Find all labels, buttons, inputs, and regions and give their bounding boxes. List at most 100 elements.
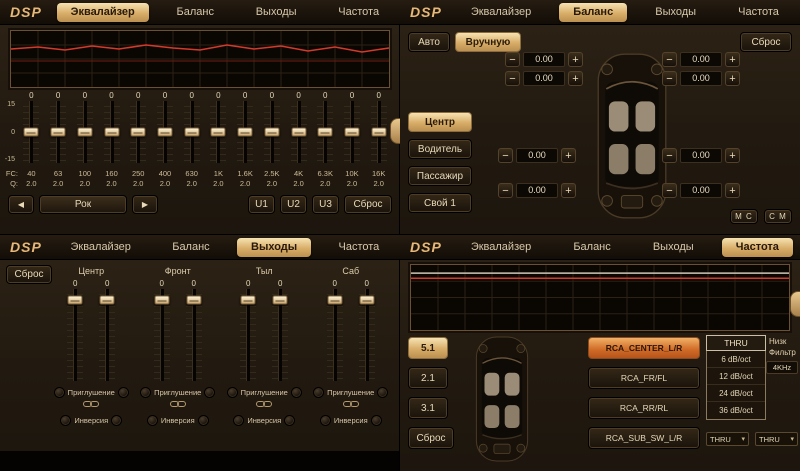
tab[interactable]: Частота <box>722 238 793 257</box>
link-channels-icon[interactable] <box>170 400 186 408</box>
slider-thumb[interactable] <box>241 296 256 305</box>
right-level-slider[interactable] <box>186 289 202 381</box>
link-channels-icon[interactable] <box>256 400 272 408</box>
plus-button[interactable]: + <box>561 148 576 163</box>
drawer-handle[interactable] <box>790 291 800 317</box>
slider-thumb[interactable] <box>184 128 199 137</box>
tab[interactable]: Частота <box>724 3 793 22</box>
band-gain-slider[interactable] <box>237 101 253 163</box>
auto-button[interactable]: Авто <box>408 32 450 52</box>
slope-option[interactable]: 12 dB/oct <box>707 368 765 385</box>
band-gain-slider[interactable] <box>291 101 307 163</box>
left-level-slider[interactable] <box>154 289 170 381</box>
band-gain-slider[interactable] <box>157 101 173 163</box>
mode-button[interactable]: 3.1 <box>408 397 448 419</box>
reset-button[interactable]: Сброс <box>740 32 792 52</box>
slider-thumb[interactable] <box>344 128 359 137</box>
slider-thumb[interactable] <box>211 128 226 137</box>
invert-right-toggle[interactable] <box>198 415 209 426</box>
mute-left-toggle[interactable] <box>313 387 324 398</box>
band-gain-slider[interactable] <box>184 101 200 163</box>
rca-channel-button[interactable]: RCA_CENTER_L/R <box>588 337 700 359</box>
tab[interactable]: Частота <box>325 238 394 257</box>
band-gain-slider[interactable] <box>317 101 333 163</box>
left-level-slider[interactable] <box>240 289 256 381</box>
tab[interactable]: Выходы <box>639 238 708 257</box>
minus-button[interactable]: − <box>662 71 677 86</box>
invert-left-toggle[interactable] <box>147 415 158 426</box>
band-gain-slider[interactable] <box>130 101 146 163</box>
preset-button[interactable]: Рок <box>39 195 127 214</box>
memory-button[interactable]: U2 <box>280 195 307 214</box>
mute-left-toggle[interactable] <box>227 387 238 398</box>
band-gain-slider[interactable] <box>371 101 387 163</box>
mc-button[interactable]: M C <box>730 209 758 224</box>
mute-right-toggle[interactable] <box>377 387 388 398</box>
slider-thumb[interactable] <box>77 128 92 137</box>
left-level-slider[interactable] <box>327 289 343 381</box>
plus-button[interactable]: + <box>568 52 583 67</box>
right-level-slider[interactable] <box>359 289 375 381</box>
tab[interactable]: Баланс <box>559 238 624 257</box>
slider-thumb[interactable] <box>318 128 333 137</box>
minus-button[interactable]: − <box>498 148 513 163</box>
mute-left-toggle[interactable] <box>54 387 65 398</box>
slider-thumb[interactable] <box>154 296 169 305</box>
mute-right-toggle[interactable] <box>204 387 215 398</box>
tab[interactable]: Выходы <box>237 238 311 257</box>
plus-button[interactable]: + <box>725 52 740 67</box>
slider-thumb[interactable] <box>157 128 172 137</box>
position-button[interactable]: Центр <box>408 112 472 132</box>
slider-thumb[interactable] <box>131 128 146 137</box>
tab[interactable]: Выходы <box>242 3 311 22</box>
rca-channel-button[interactable]: RCA_RR/RL <box>588 397 700 419</box>
band-gain-slider[interactable] <box>50 101 66 163</box>
position-button[interactable]: Пассажир <box>408 166 472 186</box>
slider-thumb[interactable] <box>24 128 39 137</box>
position-button[interactable]: Водитель <box>408 139 472 159</box>
band-gain-slider[interactable] <box>77 101 93 163</box>
slope-mini-select[interactable]: THRU ▾ <box>755 432 798 446</box>
tab[interactable]: Баланс <box>163 3 228 22</box>
slider-thumb[interactable] <box>359 296 374 305</box>
link-channels-icon[interactable] <box>83 400 99 408</box>
tab[interactable]: Эквалайзер <box>57 3 149 22</box>
minus-button[interactable]: − <box>662 148 677 163</box>
memory-button[interactable]: U3 <box>312 195 339 214</box>
reset-button[interactable]: Сброс <box>408 427 454 449</box>
band-gain-slider[interactable] <box>23 101 39 163</box>
plus-button[interactable]: + <box>561 183 576 198</box>
minus-button[interactable]: − <box>505 71 520 86</box>
right-level-slider[interactable] <box>272 289 288 381</box>
link-channels-icon[interactable] <box>343 400 359 408</box>
slider-thumb[interactable] <box>273 296 288 305</box>
reset-button[interactable]: Сброс <box>6 265 52 284</box>
drawer-handle[interactable] <box>390 118 400 144</box>
minus-button[interactable]: − <box>498 183 513 198</box>
invert-right-toggle[interactable] <box>284 415 295 426</box>
slider-thumb[interactable] <box>327 296 342 305</box>
slider-thumb[interactable] <box>100 296 115 305</box>
band-gain-slider[interactable] <box>264 101 280 163</box>
minus-button[interactable]: − <box>505 52 520 67</box>
invert-right-toggle[interactable] <box>111 415 122 426</box>
invert-left-toggle[interactable] <box>320 415 331 426</box>
left-level-slider[interactable] <box>67 289 83 381</box>
slider-thumb[interactable] <box>104 128 119 137</box>
position-button[interactable]: Свой 1 <box>408 193 472 213</box>
invert-right-toggle[interactable] <box>371 415 382 426</box>
invert-left-toggle[interactable] <box>60 415 71 426</box>
slider-thumb[interactable] <box>51 128 66 137</box>
tab[interactable]: Баланс <box>158 238 223 257</box>
minus-button[interactable]: − <box>662 52 677 67</box>
memory-button[interactable]: U1 <box>248 195 275 214</box>
tab[interactable]: Эквалайзер <box>457 3 545 22</box>
preset-prev-button[interactable]: ◀ <box>8 195 34 214</box>
mode-button[interactable]: 5.1 <box>408 337 448 359</box>
cm-button[interactable]: C M <box>764 209 792 224</box>
slope-option[interactable]: 36 dB/oct <box>707 402 765 419</box>
right-level-slider[interactable] <box>99 289 115 381</box>
tab[interactable]: Эквалайзер <box>457 238 545 257</box>
slider-thumb[interactable] <box>186 296 201 305</box>
reset-button[interactable]: Сброс <box>344 195 392 214</box>
